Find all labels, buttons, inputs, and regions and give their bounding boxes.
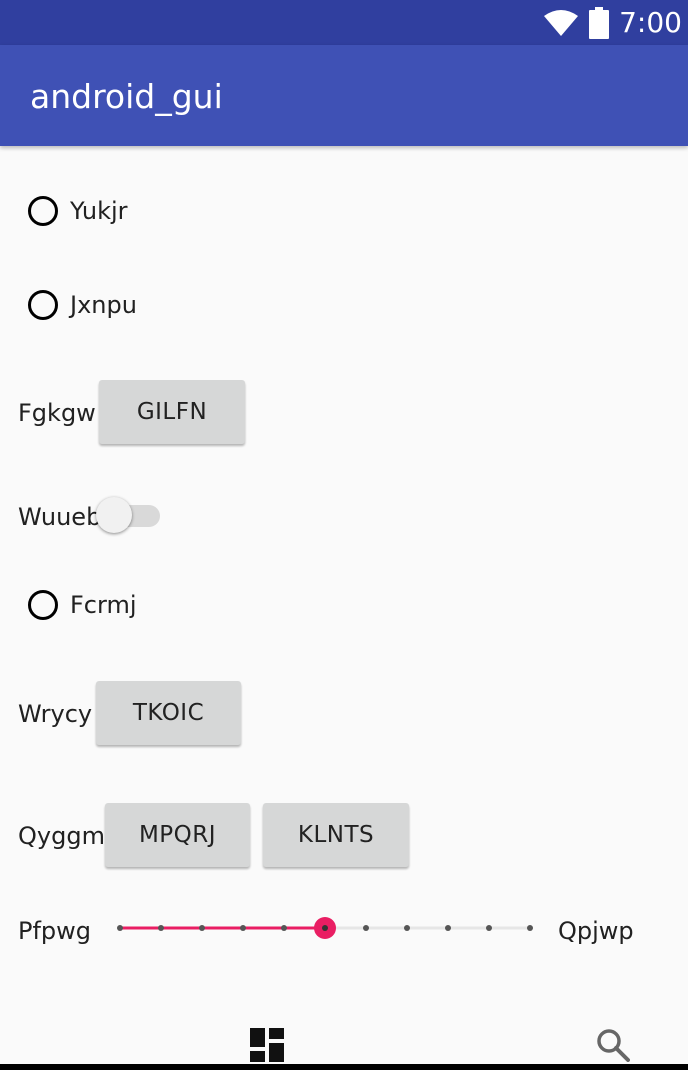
bottom-navigation	[0, 1010, 688, 1070]
row-label-wuueb: Wuueb	[18, 503, 102, 531]
slider-tick	[445, 925, 451, 931]
row-label-fgkgw: Fgkgw	[18, 399, 96, 427]
row-label-wrycy: Wrycy	[18, 700, 93, 728]
tkoic-button[interactable]: TKOIC	[96, 681, 241, 745]
system-navigation-strip	[0, 1064, 688, 1070]
radio-label: Fcrmj	[70, 591, 137, 619]
discrete-slider[interactable]	[110, 908, 540, 948]
slider-tick	[404, 925, 410, 931]
radio-label: Yukjr	[70, 197, 128, 225]
app-title: android_gui	[30, 77, 223, 116]
row-label-qyggm: Qyggm	[18, 822, 105, 850]
status-time: 7:00	[619, 6, 682, 39]
slider-right-label: Qpjwp	[558, 917, 634, 945]
radio-button-icon[interactable]	[28, 196, 58, 226]
search-icon[interactable]	[596, 1028, 630, 1062]
mpqrj-button[interactable]: MPQRJ	[105, 803, 250, 867]
app-bar: android_gui	[0, 45, 688, 146]
slider-tick	[486, 925, 492, 931]
radio-yukjr[interactable]: Yukjr	[28, 191, 128, 231]
gilfn-button[interactable]: GILFN	[99, 380, 245, 444]
wifi-icon	[544, 9, 579, 36]
battery-icon	[589, 6, 610, 39]
slider-tick	[117, 925, 123, 931]
slider-thumb-dot	[322, 925, 328, 931]
slider-tick	[158, 925, 164, 931]
radio-jxnpu[interactable]: Jxnpu	[28, 285, 137, 325]
switch-thumb[interactable]	[96, 497, 132, 533]
dashboard-icon[interactable]	[250, 1028, 284, 1062]
status-icons: 7:00	[543, 0, 682, 45]
slider-track[interactable]	[110, 908, 540, 948]
slider-tick	[527, 925, 533, 931]
status-bar: 7:00	[0, 0, 688, 45]
slider-tick	[281, 925, 287, 931]
radio-button-icon[interactable]	[28, 290, 58, 320]
radio-fcrmj[interactable]: Fcrmj	[28, 585, 137, 625]
slider-tick	[199, 925, 205, 931]
slider-left-label: Pfpwg	[18, 917, 92, 945]
radio-button-icon[interactable]	[28, 590, 58, 620]
slider-tick	[363, 925, 369, 931]
klnts-button[interactable]: KLNTS	[263, 803, 409, 867]
slider-tick	[240, 925, 246, 931]
radio-label: Jxnpu	[70, 291, 137, 319]
